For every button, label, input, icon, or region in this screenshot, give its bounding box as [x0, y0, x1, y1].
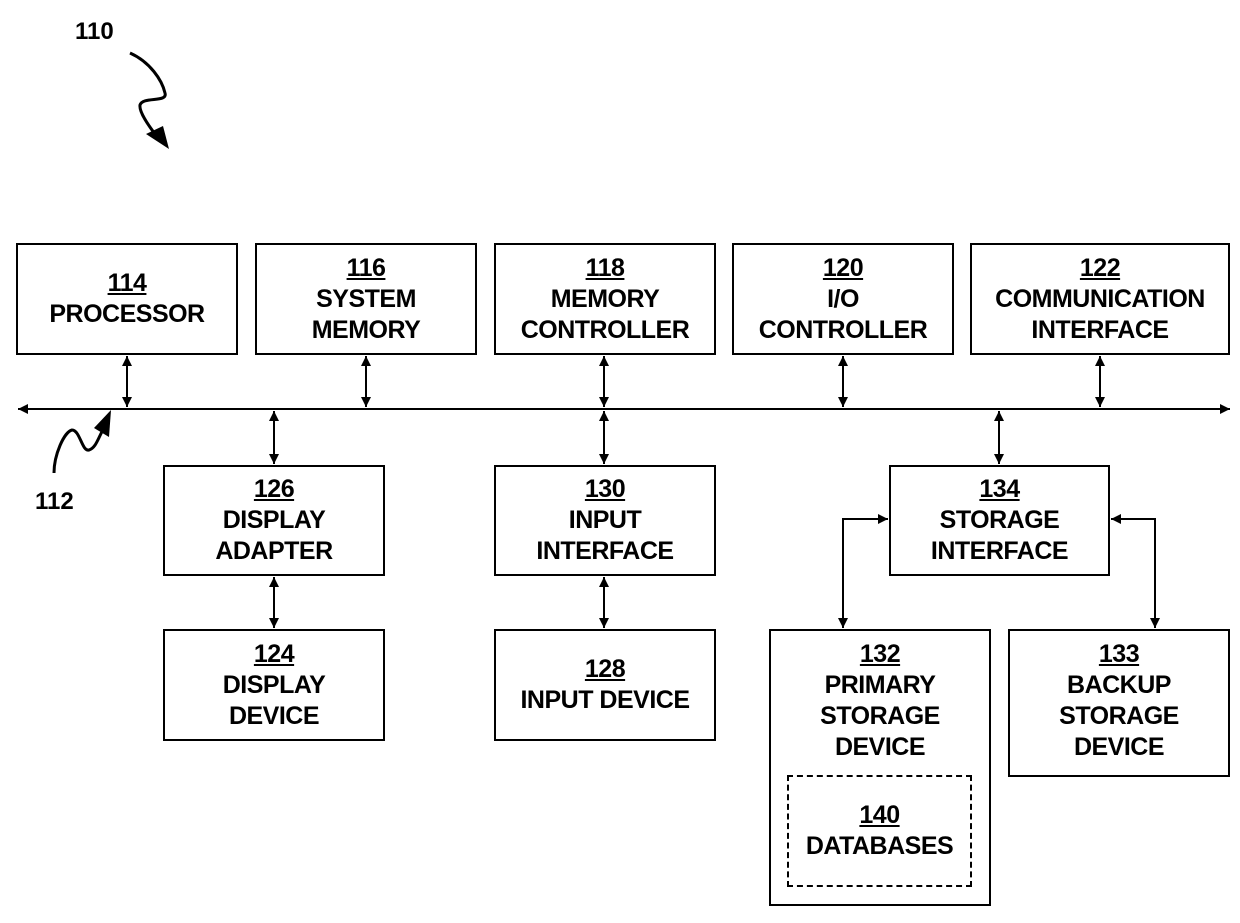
system-memory-block: 116 SYSTEM MEMORY [255, 243, 477, 355]
backup-storage-block: 133 BACKUP STORAGE DEVICE [1008, 629, 1230, 777]
display-adapter-ref: 126 [253, 475, 295, 503]
memory-controller-ref: 118 [585, 253, 625, 282]
figure-squiggle-arrow [129, 51, 167, 139]
bus-squiggle-arrowhead [94, 410, 111, 437]
io-controller-label: I/O CONTROLLER [758, 284, 928, 344]
storage-interface-label: STORAGE INTERFACE [930, 506, 1069, 565]
storage-interface-backup-storage-arrow [1111, 514, 1160, 628]
display-device-block: 124 DISPLAY DEVICE [163, 629, 385, 741]
display-adapter-block: 126 DISPLAY ADAPTER [163, 465, 385, 576]
input-interface-label: INPUT INTERFACE [536, 506, 674, 565]
storage-interface-block: 134 STORAGE INTERFACE [889, 465, 1110, 576]
bus-squiggle-arrow [52, 427, 106, 474]
backup-storage-label: BACKUP STORAGE DEVICE [1059, 671, 1179, 761]
figure-squiggle-arrowhead [146, 126, 169, 149]
primary-storage-label: PRIMARY STORAGE DEVICE [820, 671, 940, 761]
display-device-ref: 124 [253, 639, 295, 668]
databases-label: DATABASES [805, 832, 954, 860]
communication-interface-label: COMMUNICATION INTERFACE [995, 284, 1205, 344]
memory-controller-block: 118 MEMORY CONTROLLER [494, 243, 716, 355]
processor-ref: 114 [107, 269, 147, 297]
system-memory-label: SYSTEM MEMORY [311, 284, 421, 344]
io-controller-ref: 120 [822, 253, 864, 282]
databases-block: 140 DATABASES [787, 775, 972, 887]
connection-wires [18, 51, 1230, 628]
storage-interface-primary-storage-arrow [838, 514, 888, 628]
system-memory-ref: 116 [346, 253, 386, 282]
display-adapter-label: DISPLAY ADAPTER [215, 506, 333, 565]
storage-interface-ref: 134 [979, 475, 1020, 503]
processor-block: 114 PROCESSOR [16, 243, 238, 355]
input-interface-block: 130 INPUT INTERFACE [494, 465, 716, 576]
display-device-label: DISPLAY DEVICE [222, 670, 326, 730]
primary-storage-ref: 132 [859, 640, 901, 668]
bus-reference-label: 112 [35, 488, 74, 515]
input-device-ref: 128 [584, 655, 626, 683]
communication-interface-ref: 122 [1079, 253, 1121, 282]
input-interface-ref: 130 [584, 475, 626, 503]
processor-label: PROCESSOR [49, 300, 205, 328]
communication-interface-block: 122 COMMUNICATION INTERFACE [970, 243, 1230, 355]
input-device-block: 128 INPUT DEVICE [494, 629, 716, 741]
io-controller-block: 120 I/O CONTROLLER [732, 243, 954, 355]
backup-storage-ref: 133 [1098, 640, 1140, 668]
memory-controller-label: MEMORY CONTROLLER [520, 284, 690, 344]
figure-reference-label: 110 [75, 18, 114, 45]
databases-ref: 140 [859, 801, 900, 829]
input-device-label: INPUT DEVICE [520, 686, 690, 714]
